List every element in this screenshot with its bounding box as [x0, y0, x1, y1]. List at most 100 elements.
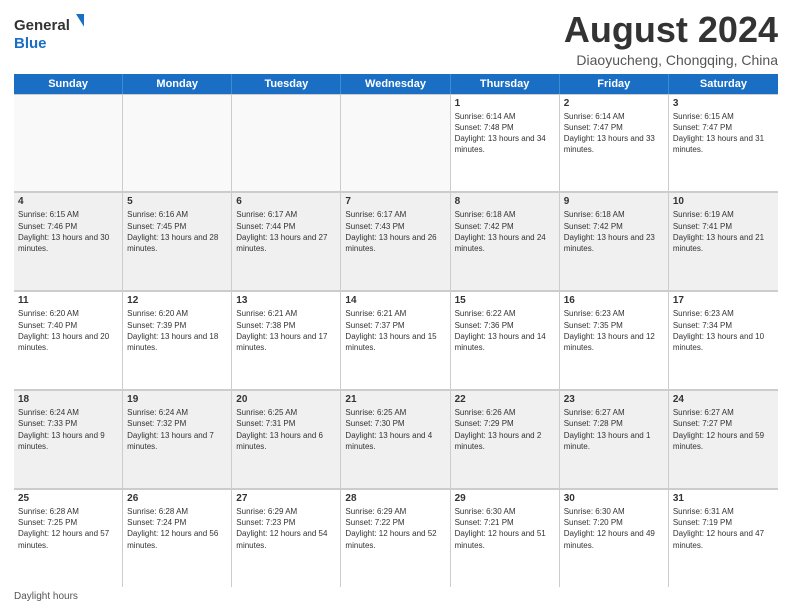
logo-svg: General Blue [14, 10, 84, 54]
calendar-cell: 22 Sunrise: 6:26 AM Sunset: 7:29 PM Dayli… [451, 390, 560, 488]
logo: General Blue [14, 10, 84, 54]
calendar-header-day: Friday [560, 74, 669, 94]
day-number: 16 [564, 295, 664, 306]
calendar-row: 18 Sunrise: 6:24 AM Sunset: 7:33 PM Dayli… [14, 390, 778, 489]
cell-text: Sunrise: 6:24 AM Sunset: 7:33 PM Dayligh… [18, 407, 118, 452]
day-number: 8 [455, 196, 555, 207]
calendar-cell [123, 94, 232, 192]
day-number: 20 [236, 394, 336, 405]
cell-text: Sunrise: 6:22 AM Sunset: 7:36 PM Dayligh… [455, 308, 555, 353]
calendar-cell: 4 Sunrise: 6:15 AM Sunset: 7:46 PM Daylig… [14, 192, 123, 290]
subtitle: Diaoyucheng, Chongqing, China [564, 52, 778, 68]
day-number: 22 [455, 394, 555, 405]
calendar-cell: 27 Sunrise: 6:29 AM Sunset: 7:23 PM Dayli… [232, 489, 341, 587]
calendar-header-day: Thursday [451, 74, 560, 94]
calendar-cell: 11Sunrise: 6:20 AM Sunset: 7:40 PM Dayli… [14, 291, 123, 389]
day-number: 6 [236, 196, 336, 207]
calendar-cell: 21 Sunrise: 6:25 AM Sunset: 7:30 PM Dayli… [341, 390, 450, 488]
day-number: 4 [18, 196, 118, 207]
cell-text: Sunrise: 6:20 AM Sunset: 7:40 PM Dayligh… [18, 308, 118, 353]
cell-text: Sunrise: 6:21 AM Sunset: 7:38 PM Dayligh… [236, 308, 336, 353]
calendar-cell: 1Sunrise: 6:14 AM Sunset: 7:48 PM Daylig… [451, 94, 560, 192]
day-number: 9 [564, 196, 664, 207]
cell-text: Sunrise: 6:14 AM Sunset: 7:47 PM Dayligh… [564, 111, 664, 156]
calendar-cell: 5 Sunrise: 6:16 AM Sunset: 7:45 PM Daylig… [123, 192, 232, 290]
day-number: 27 [236, 493, 336, 504]
calendar-cell: 20 Sunrise: 6:25 AM Sunset: 7:31 PM Dayli… [232, 390, 341, 488]
day-number: 25 [18, 493, 118, 504]
day-number: 17 [673, 295, 774, 306]
cell-text: Sunrise: 6:26 AM Sunset: 7:29 PM Dayligh… [455, 407, 555, 452]
calendar-row: 1Sunrise: 6:14 AM Sunset: 7:48 PM Daylig… [14, 94, 778, 193]
day-number: 5 [127, 196, 227, 207]
cell-text: Sunrise: 6:25 AM Sunset: 7:30 PM Dayligh… [345, 407, 445, 452]
calendar-cell: 14 Sunrise: 6:21 AM Sunset: 7:37 PM Dayli… [341, 291, 450, 389]
day-number: 21 [345, 394, 445, 405]
calendar-cell: 17 Sunrise: 6:23 AM Sunset: 7:34 PM Dayli… [669, 291, 778, 389]
day-number: 15 [455, 295, 555, 306]
cell-text: Sunrise: 6:15 AM Sunset: 7:47 PM Dayligh… [673, 111, 774, 156]
cell-text: Sunrise: 6:25 AM Sunset: 7:31 PM Dayligh… [236, 407, 336, 452]
svg-text:Blue: Blue [14, 35, 47, 52]
calendar-cell: 16 Sunrise: 6:23 AM Sunset: 7:35 PM Dayli… [560, 291, 669, 389]
cell-text: Sunrise: 6:27 AM Sunset: 7:28 PM Dayligh… [564, 407, 664, 452]
day-number: 10 [673, 196, 774, 207]
calendar-cell: 3 Sunrise: 6:15 AM Sunset: 7:47 PM Daylig… [669, 94, 778, 192]
calendar-cell [14, 94, 123, 192]
day-number: 19 [127, 394, 227, 405]
daylight-label: Daylight hours [14, 591, 78, 602]
calendar-cell: 28 Sunrise: 6:29 AM Sunset: 7:22 PM Dayli… [341, 489, 450, 587]
calendar-header-day: Tuesday [232, 74, 341, 94]
page: General Blue August 2024 Diaoyucheng, Ch… [0, 0, 792, 612]
day-number: 7 [345, 196, 445, 207]
calendar: SundayMondayTuesdayWednesdayThursdayFrid… [14, 74, 778, 587]
title-section: August 2024 Diaoyucheng, Chongqing, Chin… [564, 10, 778, 68]
calendar-cell: 6 Sunrise: 6:17 AM Sunset: 7:44 PM Daylig… [232, 192, 341, 290]
calendar-cell: 12 Sunrise: 6:20 AM Sunset: 7:39 PM Dayli… [123, 291, 232, 389]
cell-text: Sunrise: 6:17 AM Sunset: 7:44 PM Dayligh… [236, 209, 336, 254]
calendar-header-day: Monday [123, 74, 232, 94]
day-number: 2 [564, 98, 664, 109]
day-number: 14 [345, 295, 445, 306]
calendar-cell: 31 Sunrise: 6:31 AM Sunset: 7:19 PM Dayli… [669, 489, 778, 587]
calendar-header-day: Wednesday [341, 74, 450, 94]
cell-text: Sunrise: 6:31 AM Sunset: 7:19 PM Dayligh… [673, 506, 774, 551]
cell-text: Sunrise: 6:18 AM Sunset: 7:42 PM Dayligh… [455, 209, 555, 254]
day-number: 13 [236, 295, 336, 306]
cell-text: Sunrise: 6:17 AM Sunset: 7:43 PM Dayligh… [345, 209, 445, 254]
cell-text: Sunrise: 6:27 AM Sunset: 7:27 PM Dayligh… [673, 407, 774, 452]
cell-text: Sunrise: 6:24 AM Sunset: 7:32 PM Dayligh… [127, 407, 227, 452]
calendar-cell: 30Sunrise: 6:30 AM Sunset: 7:20 PM Dayli… [560, 489, 669, 587]
day-number: 24 [673, 394, 774, 405]
calendar-cell: 10Sunrise: 6:19 AM Sunset: 7:41 PM Dayli… [669, 192, 778, 290]
cell-text: Sunrise: 6:16 AM Sunset: 7:45 PM Dayligh… [127, 209, 227, 254]
calendar-cell [232, 94, 341, 192]
calendar-row: 25 Sunrise: 6:28 AM Sunset: 7:25 PM Dayli… [14, 489, 778, 587]
calendar-cell: 25 Sunrise: 6:28 AM Sunset: 7:25 PM Dayli… [14, 489, 123, 587]
day-number: 31 [673, 493, 774, 504]
cell-text: Sunrise: 6:28 AM Sunset: 7:25 PM Dayligh… [18, 506, 118, 551]
cell-text: Sunrise: 6:29 AM Sunset: 7:22 PM Dayligh… [345, 506, 445, 551]
calendar-row: 11Sunrise: 6:20 AM Sunset: 7:40 PM Dayli… [14, 291, 778, 390]
calendar-body: 1Sunrise: 6:14 AM Sunset: 7:48 PM Daylig… [14, 94, 778, 587]
calendar-cell: 23Sunrise: 6:27 AM Sunset: 7:28 PM Dayli… [560, 390, 669, 488]
day-number: 30 [564, 493, 664, 504]
cell-text: Sunrise: 6:23 AM Sunset: 7:34 PM Dayligh… [673, 308, 774, 353]
day-number: 3 [673, 98, 774, 109]
day-number: 28 [345, 493, 445, 504]
footer: Daylight hours [14, 591, 778, 602]
cell-text: Sunrise: 6:15 AM Sunset: 7:46 PM Dayligh… [18, 209, 118, 254]
day-number: 18 [18, 394, 118, 405]
calendar-cell: 19 Sunrise: 6:24 AM Sunset: 7:32 PM Dayli… [123, 390, 232, 488]
calendar-row: 4 Sunrise: 6:15 AM Sunset: 7:46 PM Daylig… [14, 192, 778, 291]
svg-text:General: General [14, 17, 70, 34]
calendar-cell: 2 Sunrise: 6:14 AM Sunset: 7:47 PM Daylig… [560, 94, 669, 192]
day-number: 12 [127, 295, 227, 306]
cell-text: Sunrise: 6:23 AM Sunset: 7:35 PM Dayligh… [564, 308, 664, 353]
cell-text: Sunrise: 6:21 AM Sunset: 7:37 PM Dayligh… [345, 308, 445, 353]
day-number: 29 [455, 493, 555, 504]
calendar-cell: 15 Sunrise: 6:22 AM Sunset: 7:36 PM Dayli… [451, 291, 560, 389]
calendar-cell: 26Sunrise: 6:28 AM Sunset: 7:24 PM Dayli… [123, 489, 232, 587]
cell-text: Sunrise: 6:20 AM Sunset: 7:39 PM Dayligh… [127, 308, 227, 353]
cell-text: Sunrise: 6:29 AM Sunset: 7:23 PM Dayligh… [236, 506, 336, 551]
